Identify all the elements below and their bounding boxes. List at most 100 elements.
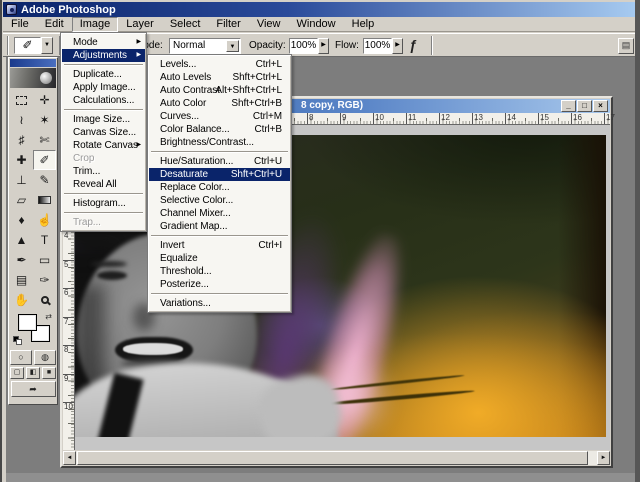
submenu-arrow-icon: ▶ — [136, 36, 141, 49]
jump-to-imageready-button[interactable]: ➦ — [11, 381, 56, 397]
opacity-spinner[interactable]: ▶ — [318, 38, 329, 54]
fullscreen-mode-button[interactable]: ■ — [42, 367, 56, 379]
standard-mode-button[interactable]: ○ — [10, 350, 32, 365]
menu-item-levels[interactable]: Levels...Ctrl+L — [149, 58, 290, 71]
menubar-item-image[interactable]: Image — [72, 17, 119, 32]
menu-item-brightness-contrast[interactable]: Brightness/Contrast... — [149, 136, 290, 149]
switch-colors-icon[interactable]: ⇄ — [45, 312, 52, 321]
maximize-icon[interactable]: □ — [577, 100, 592, 112]
menu-bar: FileEditImageLayerSelectFilterViewWindow… — [3, 18, 635, 32]
menu-item-auto-levels[interactable]: Auto LevelsShft+Ctrl+L — [149, 71, 290, 84]
clone-stamp-tool[interactable]: ⊥ — [10, 170, 33, 190]
history-brush-tool[interactable]: ✎ — [33, 170, 56, 190]
healing-brush-tool[interactable]: ✚ — [10, 150, 33, 170]
pen-tool-icon: ✒ — [16, 253, 26, 267]
rectangle-tool[interactable]: ▭ — [33, 250, 56, 270]
menu-item-threshold[interactable]: Threshold... — [149, 265, 290, 278]
brush-preset-preview[interactable]: ✐ — [14, 37, 41, 54]
menu-item-replace-color[interactable]: Replace Color... — [149, 181, 290, 194]
menu-item-image-size[interactable]: Image Size... — [62, 113, 145, 126]
standard-screen-mode-button[interactable]: ▢ — [10, 367, 24, 379]
menu-item-curves[interactable]: Curves...Ctrl+M — [149, 110, 290, 123]
menu-item-reveal-all[interactable]: Reveal All — [62, 178, 145, 191]
menu-item-shortcut: Shft+Ctrl+U — [231, 168, 282, 181]
menubar-item-file[interactable]: File — [3, 17, 37, 32]
opacity-input[interactable]: 100% — [289, 38, 318, 54]
app-titlebar[interactable]: Adobe Photoshop — [3, 2, 635, 17]
menubar-item-select[interactable]: Select — [162, 17, 209, 32]
menu-item-color-balance[interactable]: Color Balance...Ctrl+B — [149, 123, 290, 136]
quick-mask-mode-button[interactable]: ◍ — [34, 350, 56, 365]
menu-item-variations[interactable]: Variations... — [149, 297, 290, 310]
menu-item-duplicate[interactable]: Duplicate... — [62, 68, 145, 81]
airbrush-toggle-icon[interactable]: ƒ — [409, 37, 417, 53]
scrollbar-thumb[interactable] — [77, 451, 588, 465]
dropdown-arrow-icon[interactable]: ▼ — [226, 40, 239, 52]
menubar-item-window[interactable]: Window — [289, 17, 344, 32]
ruler-mark: 8 — [63, 345, 74, 354]
menu-item-calculations[interactable]: Calculations... — [62, 94, 145, 107]
eraser-tool[interactable]: ▱ — [10, 190, 33, 210]
menu-item-canvas-size[interactable]: Canvas Size... — [62, 126, 145, 139]
menubar-item-layer[interactable]: Layer — [118, 17, 162, 32]
menu-item-invert[interactable]: InvertCtrl+I — [149, 239, 290, 252]
scroll-left-icon[interactable]: ◄ — [63, 451, 76, 465]
move-tool[interactable]: ✛ — [33, 90, 56, 110]
blend-mode-select[interactable]: Normal ▼ — [169, 38, 241, 54]
path-selection-tool[interactable]: ▲ — [10, 230, 33, 250]
pen-tool[interactable]: ✒ — [10, 250, 33, 270]
menu-item-posterize[interactable]: Posterize... — [149, 278, 290, 291]
menu-item-gradient-map[interactable]: Gradient Map... — [149, 220, 290, 233]
flow-spinner[interactable]: ▶ — [392, 38, 403, 54]
hand-tool[interactable]: ✋ — [10, 290, 33, 310]
toolbox-banner[interactable] — [10, 68, 56, 88]
flow-input[interactable]: 100% — [363, 38, 392, 54]
type-tool[interactable]: T — [33, 230, 56, 250]
menubar-item-edit[interactable]: Edit — [37, 17, 72, 32]
menu-item-histogram[interactable]: Histogram... — [62, 197, 145, 210]
menubar-item-filter[interactable]: Filter — [208, 17, 248, 32]
eyedropper-tool[interactable]: ✑ — [33, 270, 56, 290]
blur-tool[interactable]: ♦ — [10, 210, 33, 230]
menu-item-desaturate[interactable]: DesaturateShft+Ctrl+U — [149, 168, 290, 181]
brush-tool[interactable]: ✐ — [33, 150, 56, 170]
gradient-tool-icon — [38, 196, 51, 204]
menu-item-shortcut: Ctrl+B — [255, 123, 282, 136]
menu-item-hue-saturation[interactable]: Hue/Saturation...Ctrl+U — [149, 155, 290, 168]
document-title: 8 copy, RGB) — [301, 100, 363, 111]
lasso-tool[interactable]: ≀ — [10, 110, 33, 130]
menu-item-mode[interactable]: Mode▶ — [62, 36, 145, 49]
menu-item-equalize[interactable]: Equalize — [149, 252, 290, 265]
palette-well-tab[interactable]: ▤ — [618, 38, 634, 54]
menu-item-auto-contrast[interactable]: Auto ContrastAlt+Shft+Ctrl+L — [149, 84, 290, 97]
slice-tool[interactable]: ✄ — [33, 130, 56, 150]
ruler-mark: 12 — [439, 113, 450, 124]
close-icon[interactable]: × — [593, 100, 608, 112]
menu-item-adjustments[interactable]: Adjustments▶ — [62, 49, 145, 62]
menu-item-auto-color[interactable]: Auto ColorShft+Ctrl+B — [149, 97, 290, 110]
fullscreen-with-menubar-button[interactable]: ◧ — [26, 367, 40, 379]
ruler-mark: 14 — [505, 113, 516, 124]
menu-item-rotate-canvas[interactable]: Rotate Canvas▶ — [62, 139, 145, 152]
zoom-tool[interactable] — [33, 290, 56, 310]
crop-tool[interactable]: ♯ — [10, 130, 33, 150]
notes-tool[interactable]: ▤ — [10, 270, 33, 290]
menubar-item-view[interactable]: View — [249, 17, 289, 32]
default-colors-icon[interactable] — [13, 336, 22, 345]
menu-item-shortcut: Shft+Ctrl+L — [233, 71, 282, 84]
menu-item-trim[interactable]: Trim... — [62, 165, 145, 178]
menubar-item-help[interactable]: Help — [344, 17, 383, 32]
menu-item-channel-mixer[interactable]: Channel Mixer... — [149, 207, 290, 220]
menu-item-apply-image[interactable]: Apply Image... — [62, 81, 145, 94]
foreground-color-swatch[interactable] — [18, 314, 37, 331]
rectangular-marquee-tool[interactable] — [10, 90, 33, 110]
menu-item-selective-color[interactable]: Selective Color... — [149, 194, 290, 207]
scroll-right-icon[interactable]: ► — [597, 451, 610, 465]
gradient-tool[interactable] — [33, 190, 56, 210]
magic-wand-tool[interactable]: ✶ — [33, 110, 56, 130]
brush-preset-dropdown-button[interactable]: ▼ — [41, 37, 53, 54]
toolbox-titlebar[interactable] — [10, 59, 56, 67]
horizontal-scrollbar[interactable]: ◄ ► — [63, 451, 610, 465]
minimize-icon[interactable]: _ — [561, 100, 576, 112]
smudge-tool[interactable]: ☝ — [33, 210, 56, 230]
